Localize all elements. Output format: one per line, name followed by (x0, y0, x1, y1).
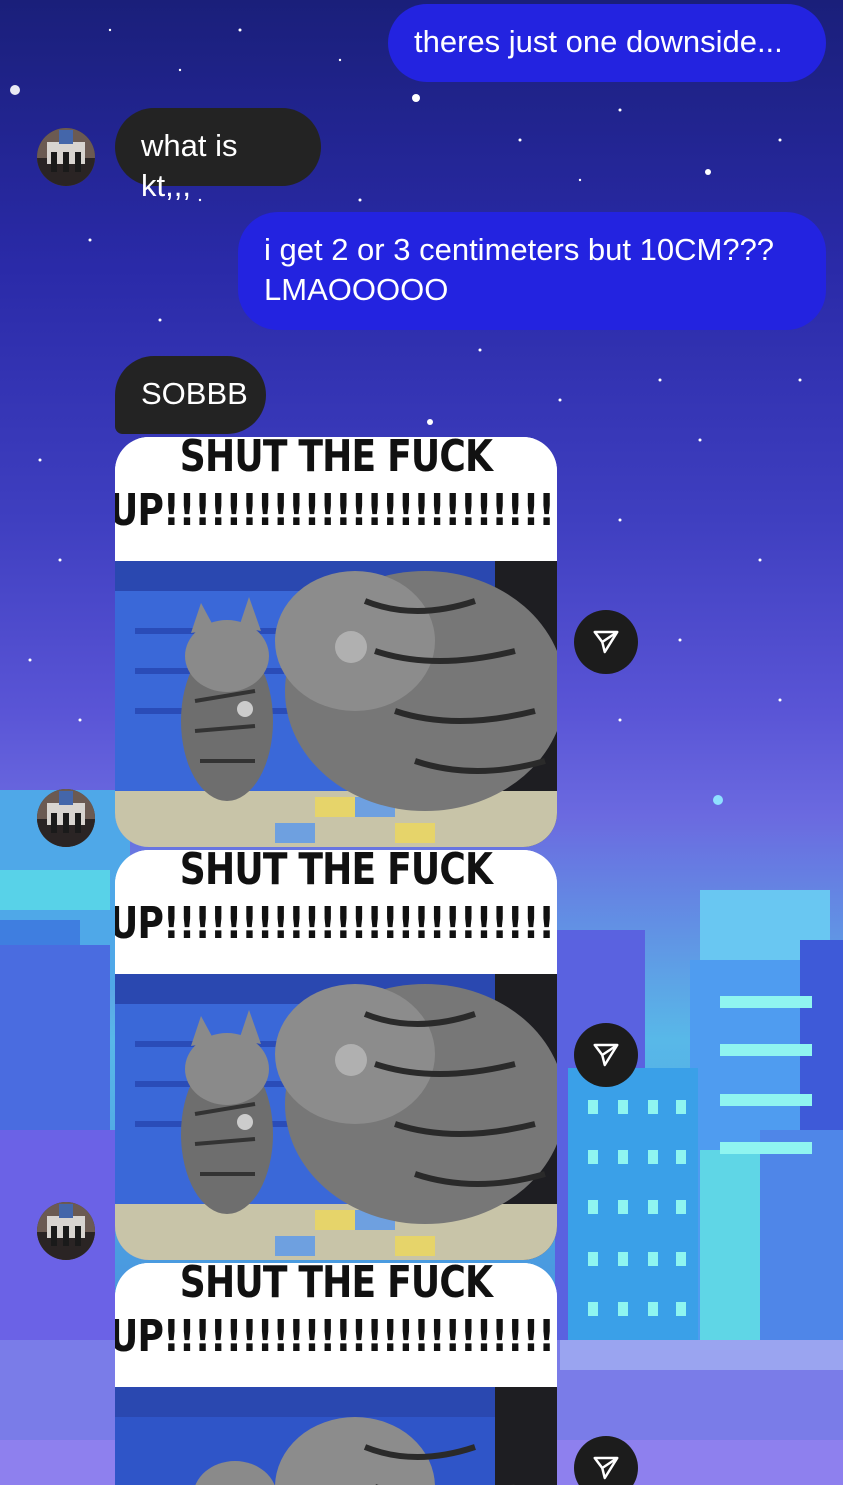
share-button[interactable] (574, 1023, 638, 1087)
cat-gif-image (115, 561, 557, 847)
avatar[interactable] (37, 789, 95, 847)
gif-caption-line: SHUT THE FUCK (179, 850, 493, 895)
gif-caption-line: SHUT THE FUCK (179, 1263, 493, 1308)
gif-caption-line: UP!!!!!!!!!!!!!!!!!!!!!!!!!!! (115, 898, 557, 949)
cat-gif-image (115, 1387, 557, 1485)
avatar-image (37, 1202, 95, 1260)
message-text: i get 2 or 3 centimeters but 10CM??? LMA… (264, 232, 775, 307)
share-button[interactable] (574, 610, 638, 674)
gif-message[interactable]: SHUT THE FUCK UP!!!!!!!!!!!!!!!!!!!!!!!!… (115, 1263, 557, 1485)
gif-message[interactable]: SHUT THE FUCK UP!!!!!!!!!!!!!!!!!!!!!!!!… (115, 850, 557, 1260)
gif-caption-line: UP!!!!!!!!!!!!!!!!!!!!!!!!!!! (115, 1311, 557, 1362)
gif-message[interactable]: SHUT THE FUCK UP!!!!!!!!!!!!!!!!!!!!!!!!… (115, 437, 557, 847)
message-text: theres just one downside... (414, 24, 783, 59)
avatar[interactable] (37, 1202, 95, 1260)
message-bubble-incoming[interactable]: what is kt,,, (115, 108, 321, 203)
send-paper-plane-icon (593, 1043, 619, 1067)
avatar-image (37, 128, 95, 186)
chat-screen: theres just one downside... what is kt,,… (0, 0, 843, 1485)
message-text: SOBBB (141, 376, 248, 411)
message-bubble-incoming[interactable]: SOBBB (115, 356, 266, 434)
gif-caption-line: SHUT THE FUCK (179, 437, 493, 482)
avatar[interactable] (37, 128, 95, 186)
send-paper-plane-icon (593, 630, 619, 654)
avatar-image (37, 789, 95, 847)
message-bubble-outgoing[interactable]: theres just one downside... (388, 4, 826, 82)
gif-caption: SHUT THE FUCK UP!!!!!!!!!!!!!!!!!!!!!!!!… (115, 850, 557, 974)
gif-caption: SHUT THE FUCK UP!!!!!!!!!!!!!!!!!!!!!!!!… (115, 1263, 557, 1387)
gif-caption: SHUT THE FUCK UP!!!!!!!!!!!!!!!!!!!!!!!!… (115, 437, 557, 561)
cat-gif-image (115, 974, 557, 1260)
message-bubble-outgoing[interactable]: i get 2 or 3 centimeters but 10CM??? LMA… (238, 212, 826, 330)
gif-caption-line: UP!!!!!!!!!!!!!!!!!!!!!!!!!!! (115, 485, 557, 536)
send-paper-plane-icon (593, 1456, 619, 1480)
